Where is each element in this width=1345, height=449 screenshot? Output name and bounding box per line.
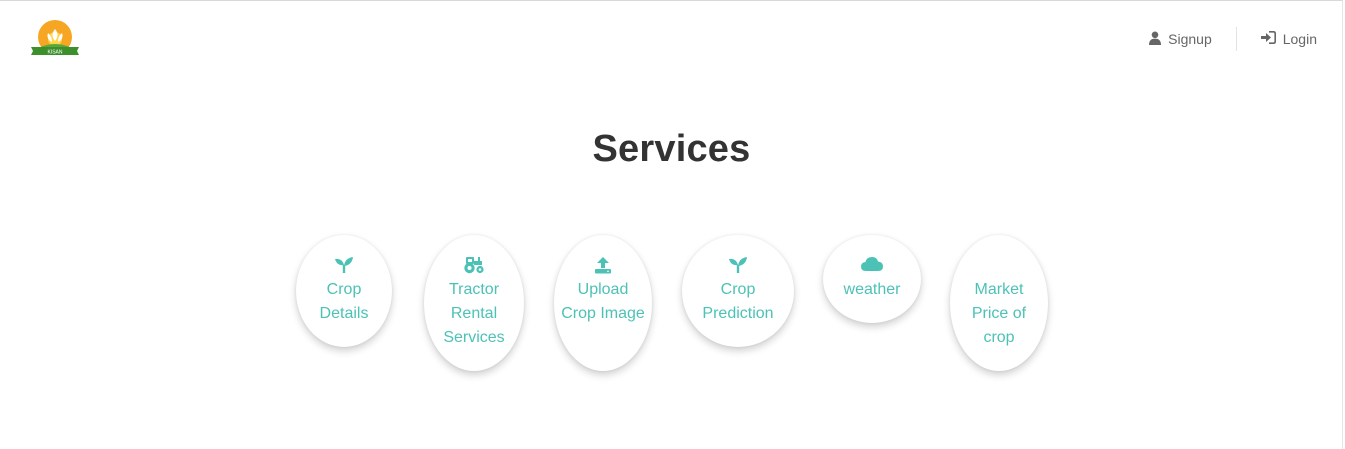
top-nav: Signup Login [1149,27,1317,51]
login-label: Login [1282,31,1317,47]
page-title: Services [592,128,751,170]
service-label: Crop Prediction [702,281,774,322]
service-tractor-rental[interactable]: Tractor Rental Services [424,235,524,371]
service-crop-details[interactable]: Crop Details [296,235,392,347]
sprout-icon [682,256,794,276]
user-icon [1149,31,1162,48]
service-crop-prediction[interactable]: Crop Prediction [682,235,794,347]
login-link[interactable]: Login [1260,31,1317,47]
site-logo[interactable]: KISAN [28,19,82,59]
service-weather[interactable]: weather [823,235,921,323]
signup-label: Signup [1168,31,1212,47]
page-frame: KISAN Signup Login Services Crop Details… [0,0,1343,449]
tractor-icon [424,256,524,276]
signup-link[interactable]: Signup [1149,31,1212,48]
service-label: Market Price of crop [971,281,1027,346]
nav-divider [1235,27,1237,51]
sign-in-icon [1260,31,1276,47]
service-upload-crop-image[interactable]: Upload Crop Image [554,235,652,371]
service-label: Tractor Rental Services [443,281,505,346]
service-market-price[interactable]: Market Price of crop [950,235,1048,371]
logo-text: KISAN [47,50,62,56]
sprout-icon [296,256,392,276]
service-label: weather [843,281,901,298]
service-label: Upload Crop Image [561,281,645,322]
upload-icon [554,256,652,276]
service-label: Crop Details [319,281,369,322]
cloud-icon [823,256,921,276]
